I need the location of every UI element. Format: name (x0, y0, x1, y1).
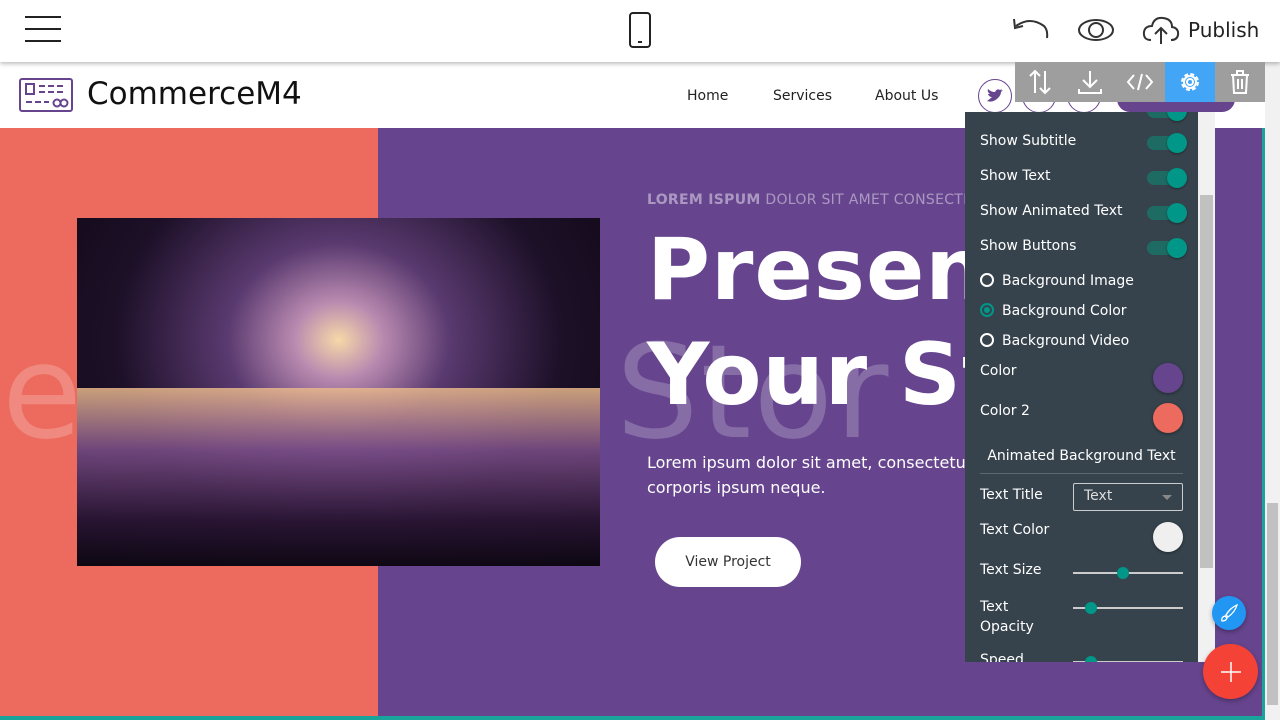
twitter-button[interactable] (978, 79, 1012, 113)
nav-link-about[interactable]: About Us (875, 88, 938, 104)
eye-icon[interactable] (1076, 15, 1116, 49)
undo-icon[interactable] (1010, 14, 1050, 48)
gear-icon[interactable] (1165, 62, 1215, 102)
edit-style-button[interactable] (1212, 596, 1246, 630)
text-opacity-row: Text Opacity (980, 597, 1183, 637)
add-block-button[interactable] (1203, 644, 1258, 699)
toggle-show-text[interactable]: Show Text (980, 168, 1187, 188)
toggle-switch[interactable] (1147, 168, 1187, 188)
subtitle-bold: LOREM ISPUM (647, 192, 761, 208)
section-title: Animated Background Text (980, 448, 1183, 474)
toggle-switch[interactable] (1147, 112, 1187, 121)
speed-label: Speed (980, 652, 1024, 662)
chevron-down-icon (1162, 495, 1172, 505)
sort-icon[interactable] (1015, 62, 1065, 102)
color-label: Color (980, 363, 1017, 379)
toggle-label: Show Subtitle (980, 133, 1077, 149)
color-row: Color (980, 363, 1183, 397)
plus-icon (1220, 661, 1241, 682)
subtitle-rest: DOLOR SIT AMET CONSECTE (760, 192, 973, 208)
text-title-row: Text Title Text (980, 483, 1183, 517)
color2-swatch[interactable] (1153, 403, 1183, 433)
menu-icon[interactable] (25, 16, 61, 42)
page-scrollbar[interactable] (1265, 62, 1280, 720)
editor-topbar: Publish (0, 0, 1280, 62)
color-swatch[interactable] (1153, 363, 1183, 393)
text-opacity-label: Text Opacity (980, 599, 1034, 635)
publish-button[interactable]: Publish (1142, 12, 1259, 48)
select-value: Text (1084, 488, 1113, 504)
slider-handle[interactable] (1084, 602, 1097, 614)
hero-subtitle: LOREM ISPUM DOLOR SIT AMET CONSECTE (647, 192, 972, 208)
toggle-label: Show Buttons (980, 238, 1077, 254)
panel-scrollbar[interactable] (1198, 112, 1215, 662)
toggle-show-subtitle[interactable]: Show Subtitle (980, 133, 1187, 153)
color2-label: Color 2 (980, 403, 1030, 419)
toggle-show-animated-text[interactable]: Show Animated Text (980, 203, 1187, 223)
toggle-label: Show Animated Text (980, 203, 1123, 219)
speed-slider[interactable] (1073, 656, 1183, 662)
toggle-switch[interactable] (1147, 203, 1187, 223)
code-icon[interactable] (1115, 62, 1165, 102)
slider-handle[interactable] (1084, 656, 1097, 662)
radio-background-video[interactable]: Background Video (980, 333, 1183, 349)
view-project-button[interactable]: View Project (655, 537, 801, 587)
radio-background-color[interactable]: Background Color (980, 303, 1183, 319)
publish-label: Publish (1188, 18, 1260, 42)
hero-paragraph: Lorem ipsum dolor sit amet, consectetur … (647, 453, 973, 497)
text-color-row: Text Color (980, 522, 1183, 556)
toggle-show-buttons[interactable]: Show Buttons (980, 238, 1187, 258)
toggle-hidden-row (980, 112, 1187, 121)
text-size-slider[interactable] (1073, 567, 1183, 579)
text-opacity-slider[interactable] (1073, 602, 1183, 614)
mobile-icon[interactable] (629, 12, 651, 52)
hero-title-line1: Presen (647, 220, 988, 320)
block-toolbar (1015, 62, 1265, 102)
toggle-switch[interactable] (1147, 238, 1187, 258)
brand-name[interactable]: CommerceM4 (87, 76, 302, 112)
text-size-label: Text Size (980, 562, 1042, 578)
text-title-select[interactable]: Text (1073, 483, 1183, 511)
toggle-switch[interactable] (1147, 133, 1187, 153)
text-size-row: Text Size (980, 562, 1183, 582)
speed-row: Speed (980, 652, 1183, 662)
download-icon[interactable] (1065, 62, 1115, 102)
nav-link-services[interactable]: Services (773, 88, 832, 104)
text-color-swatch[interactable] (1153, 522, 1183, 552)
brand-logo-icon (19, 78, 73, 116)
twitter-icon (987, 89, 1003, 102)
text-title-label: Text Title (980, 487, 1043, 503)
radio-label: Background Color (1002, 303, 1127, 319)
hero-image (77, 218, 600, 566)
radio-background-image[interactable]: Background Image (980, 273, 1183, 289)
radio-label: Background Image (1002, 273, 1134, 289)
text-color-label: Text Color (980, 522, 1050, 538)
radio-label: Background Video (1002, 333, 1130, 349)
toggle-label: Show Text (980, 168, 1051, 184)
block-settings-panel: Show Subtitle Show Text Show Animated Te… (965, 112, 1215, 662)
selection-border-bottom (0, 716, 1265, 720)
nav-link-home[interactable]: Home (687, 88, 728, 104)
hero-title-line2: Your St (647, 325, 1005, 425)
slider-handle[interactable] (1116, 567, 1129, 579)
color2-row: Color 2 (980, 403, 1183, 437)
trash-icon[interactable] (1215, 62, 1265, 102)
brush-icon (1221, 604, 1238, 622)
cloud-upload-icon (1142, 16, 1180, 44)
